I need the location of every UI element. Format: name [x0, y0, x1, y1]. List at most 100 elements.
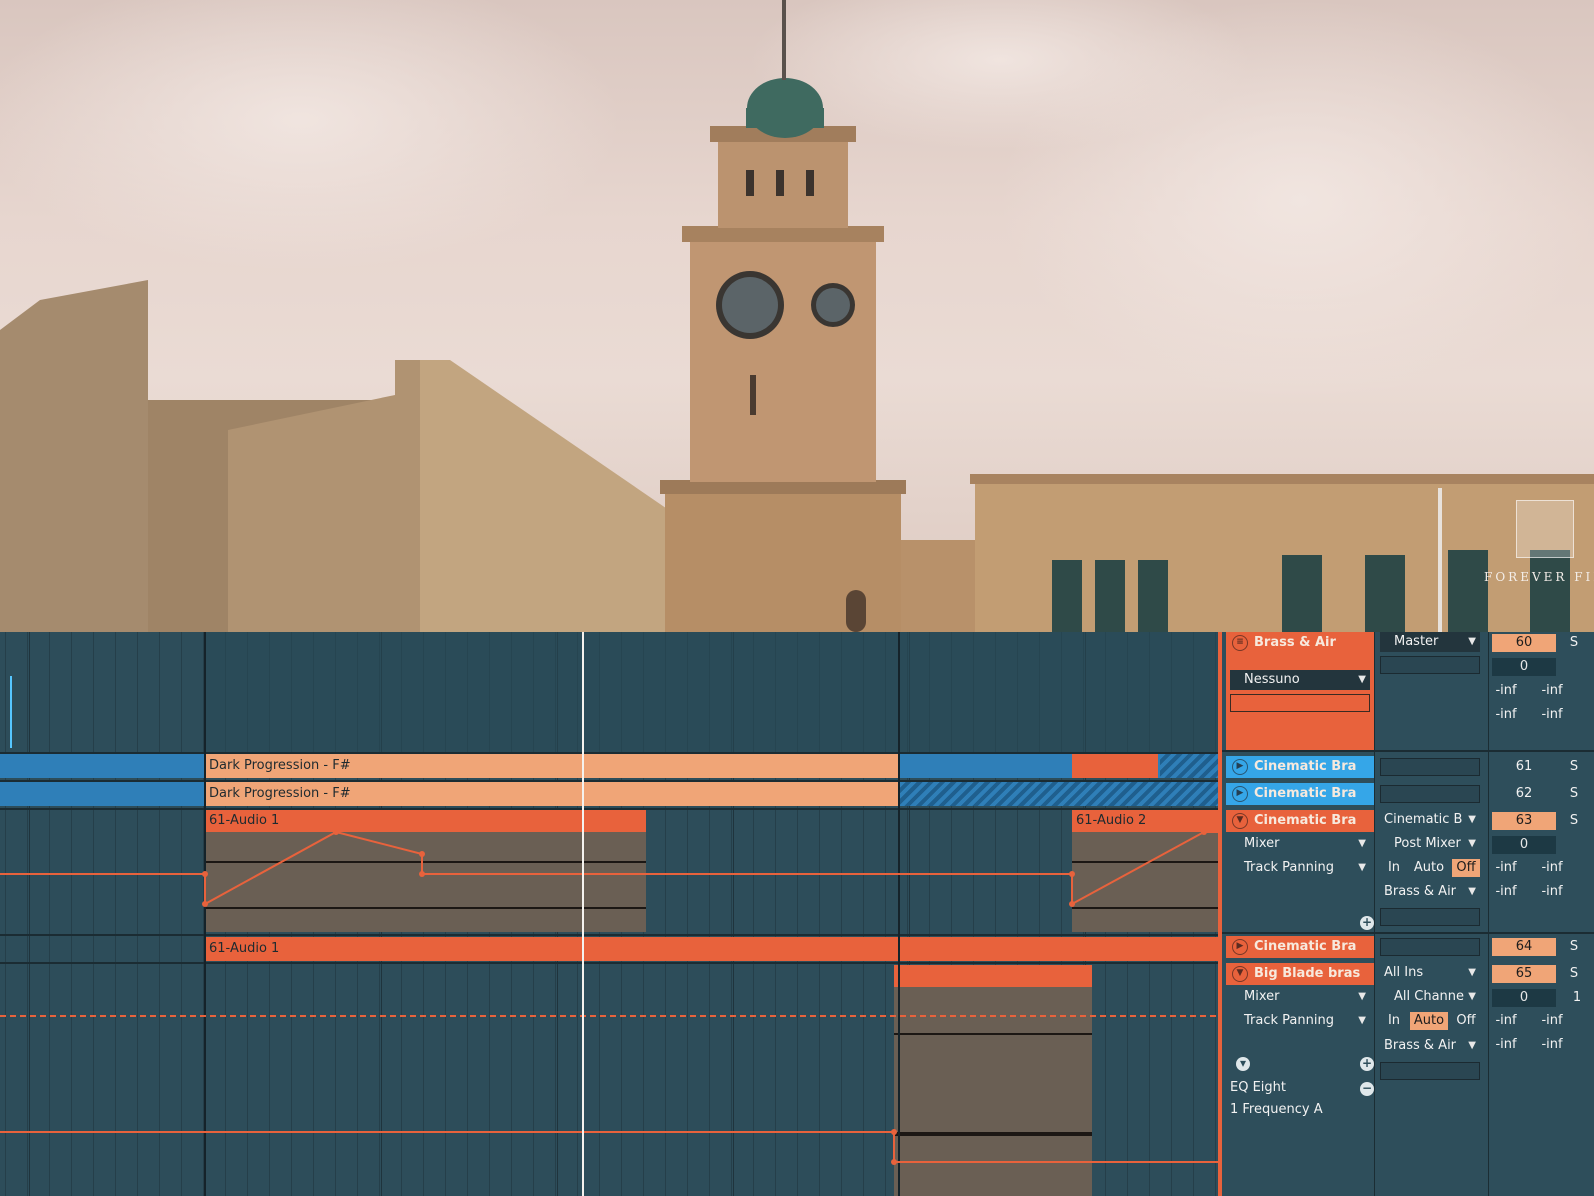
play-icon[interactable]: ▶	[1232, 786, 1248, 802]
input-channel-select[interactable]: Post Mixer ▼	[1380, 834, 1480, 854]
track-input-select[interactable]: All Ins ▼	[1380, 963, 1480, 983]
parameter-select[interactable]: Track Panning ▼	[1230, 1011, 1370, 1031]
solo-button[interactable]: S	[1564, 758, 1584, 776]
track-volume[interactable]: 63	[1492, 812, 1556, 830]
meter: -inf	[1495, 1013, 1517, 1028]
solo-button[interactable]: S	[1564, 965, 1584, 983]
chevron-down-icon: ▼	[1468, 838, 1476, 849]
video-background-photo: FOREVER FIL	[0, 0, 1594, 632]
track-volume[interactable]: 61	[1492, 758, 1556, 776]
chevron-down-icon: ▼	[1358, 1015, 1366, 1026]
send-label: Brass & Air	[1384, 884, 1457, 899]
monitor-auto[interactable]: Auto	[1410, 1012, 1448, 1030]
track-volume[interactable]: 64	[1492, 938, 1556, 956]
monitor-auto[interactable]: Auto	[1410, 859, 1448, 877]
group-meter-l1: -inf	[1495, 683, 1517, 698]
track-empty-slot[interactable]	[1380, 908, 1480, 926]
add-lane-icon[interactable]: +	[1360, 1057, 1374, 1071]
track-output-select[interactable]: Cinematic B ▼	[1380, 810, 1480, 830]
group-solo-button[interactable]: S	[1564, 634, 1584, 652]
monitor-in[interactable]: In	[1382, 859, 1406, 877]
solo-button[interactable]: S	[1564, 785, 1584, 803]
group-volume[interactable]: 60	[1492, 634, 1556, 652]
meter: -inf	[1541, 860, 1563, 875]
group-fold-icon[interactable]: ≡	[1232, 635, 1248, 651]
chevron-down-icon: ▼	[1468, 814, 1476, 825]
parameter-label: Track Panning	[1244, 1013, 1334, 1028]
input-channel-label: All Channe	[1394, 989, 1465, 1004]
automation-envelopes	[0, 829, 1218, 1165]
mixer-panel: ≡ Brass & Air Nessuno ▼ Master ▼ 60 S 0 -i…	[1218, 632, 1594, 1196]
device-select[interactable]: Mixer ▼	[1230, 834, 1370, 854]
track-output-slot[interactable]	[1380, 785, 1480, 803]
daw-panel: Dark Progression - F# Dark Progression -…	[0, 632, 1594, 1196]
monitor-off[interactable]: Off	[1452, 859, 1480, 877]
fold-down-icon[interactable]: ▼	[1232, 966, 1248, 982]
chevron-down-icon: ▼	[1468, 1040, 1476, 1051]
meter: -inf	[1495, 860, 1517, 875]
device-select[interactable]: Mixer ▼	[1230, 987, 1370, 1007]
monitor-off[interactable]: Off	[1452, 1012, 1480, 1030]
track-volume[interactable]: 62	[1492, 785, 1556, 803]
group-input-label: Nessuno	[1244, 672, 1300, 687]
group-pan[interactable]: 0	[1492, 658, 1556, 676]
device-chain-device[interactable]: EQ Eight	[1230, 1080, 1286, 1095]
meter: -inf	[1541, 1037, 1563, 1052]
chevron-down-icon: ▼	[1468, 967, 1476, 978]
chevron-down-icon: ▼	[1358, 862, 1366, 873]
track-output-slot[interactable]	[1380, 938, 1480, 956]
parameter-select[interactable]: Track Panning ▼	[1230, 858, 1370, 878]
solo-button[interactable]: S	[1564, 812, 1584, 830]
fold-down-icon[interactable]: ▼	[1232, 813, 1248, 829]
group-output-slot[interactable]	[1380, 656, 1480, 674]
device-chain-param[interactable]: 1 Frequency A	[1230, 1102, 1323, 1117]
track-name: Big Blade bras	[1254, 966, 1361, 981]
chevron-down-icon: ▼	[1468, 991, 1476, 1002]
track-header-2[interactable]: ▶ Cinematic Bra	[1226, 783, 1374, 805]
track-pan[interactable]: 0	[1492, 836, 1556, 854]
input-channel-select[interactable]: All Channe ▼	[1380, 987, 1480, 1007]
track-header-3[interactable]: ▼ Cinematic Bra	[1226, 810, 1374, 832]
track-empty-slot[interactable]	[1380, 1062, 1480, 1080]
chevron-down-icon: ▼	[1358, 838, 1366, 849]
add-lane-icon[interactable]: +	[1360, 916, 1374, 930]
meter: -inf	[1541, 1013, 1563, 1028]
group-empty-slot[interactable]	[1230, 694, 1370, 712]
group-track-header[interactable]: ≡ Brass & Air	[1226, 632, 1374, 654]
group-track-name: Brass & Air	[1254, 635, 1336, 650]
watermark-logo	[1516, 500, 1574, 558]
group-output-select[interactable]: Master ▼	[1380, 632, 1480, 652]
track-name: Cinematic Bra	[1254, 939, 1357, 954]
track-output-slot[interactable]	[1380, 758, 1480, 776]
play-icon[interactable]: ▶	[1232, 939, 1248, 955]
input-channel-label: Post Mixer	[1394, 836, 1461, 851]
meter: -inf	[1495, 1037, 1517, 1052]
track-header-1[interactable]: ▶ Cinematic Bra	[1226, 756, 1374, 778]
chevron-down-icon: ▼	[1358, 674, 1366, 685]
send-select[interactable]: Brass & Air ▼	[1380, 1036, 1480, 1056]
collapse-icon[interactable]: ▾	[1236, 1057, 1250, 1071]
send-select[interactable]: Brass & Air ▼	[1380, 882, 1480, 902]
track-header-4[interactable]: ▶ Cinematic Bra	[1226, 936, 1374, 958]
track-header-5[interactable]: ▼ Big Blade bras	[1226, 963, 1374, 985]
device-label: Mixer	[1244, 989, 1280, 1004]
group-meter-r1: -inf	[1541, 683, 1563, 698]
track-output-label: Cinematic B	[1384, 812, 1463, 827]
group-meter-l2: -inf	[1495, 707, 1517, 722]
mixer-row-separator	[1222, 932, 1594, 934]
device-label: Mixer	[1244, 836, 1280, 851]
meter: -inf	[1495, 884, 1517, 899]
remove-icon[interactable]: −	[1360, 1082, 1374, 1096]
group-input-select[interactable]: Nessuno ▼	[1230, 670, 1370, 690]
chevron-down-icon: ▼	[1468, 886, 1476, 897]
playhead[interactable]	[582, 632, 584, 1196]
track-volume[interactable]: 65	[1492, 965, 1556, 983]
play-icon[interactable]: ▶	[1232, 759, 1248, 775]
track-pan[interactable]: 0	[1492, 989, 1556, 1007]
track-name: Cinematic Bra	[1254, 813, 1357, 828]
solo-button[interactable]: S	[1564, 938, 1584, 956]
parameter-label: Track Panning	[1244, 860, 1334, 875]
arrangement-view[interactable]: Dark Progression - F# Dark Progression -…	[0, 632, 1218, 1196]
track-input-label: All Ins	[1384, 965, 1424, 980]
monitor-in[interactable]: In	[1382, 1012, 1406, 1030]
